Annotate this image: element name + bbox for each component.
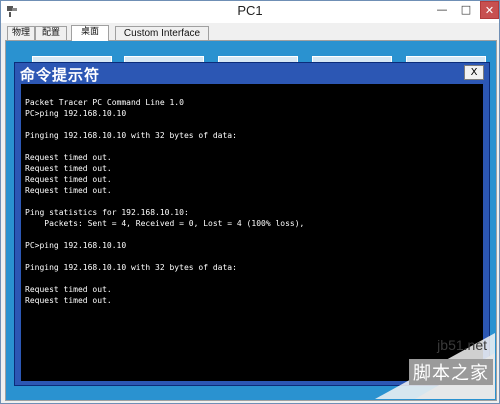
watermark: jb51.net 脚本之家 — [355, 333, 495, 399]
maximize-button[interactable]: □ — [455, 1, 477, 19]
minimize-button[interactable]: — — [431, 1, 453, 19]
terminal-output: Packet Tracer PC Command Line 1.0 PC>pin… — [25, 98, 305, 305]
tab-desktop[interactable]: 桌面 — [71, 25, 109, 41]
window-titlebar[interactable]: PC1 — □ ✕ — [1, 1, 499, 23]
tab-physical[interactable]: 物理 — [7, 26, 35, 40]
watermark-name: 脚本之家 — [409, 359, 493, 385]
pc1-window: PC1 — □ ✕ 物理 配置 桌面 Custom Interface 命令提示… — [0, 0, 500, 404]
window-title: PC1 — [237, 3, 263, 18]
command-prompt-close-button[interactable]: X — [464, 65, 484, 80]
command-prompt-title: 命令提示符 — [20, 66, 101, 84]
command-prompt-titlebar[interactable]: 命令提示符 X — [16, 63, 488, 84]
tab-custom-interface[interactable]: Custom Interface — [115, 26, 209, 40]
close-button[interactable]: ✕ — [480, 1, 499, 19]
tab-bar: 物理 配置 桌面 Custom Interface — [5, 25, 497, 41]
watermark-url: jb51.net — [437, 337, 487, 353]
tab-config[interactable]: 配置 — [35, 26, 67, 40]
